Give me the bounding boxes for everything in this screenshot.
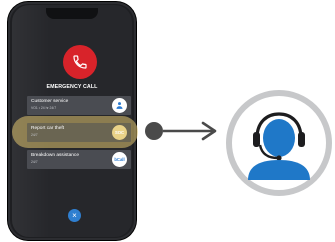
option-badge: SOC <box>112 125 127 140</box>
option-label: Breakdown assistance <box>31 153 79 158</box>
option-subtext: VO1 • 24 hr 24/7 <box>31 106 57 110</box>
option-subtext: 24/7 <box>31 160 38 164</box>
phone: EMERGENCY CALL Customer service VO1 • 24… <box>8 2 138 240</box>
phone-icon <box>73 55 87 69</box>
option-badge: bCall <box>112 152 127 167</box>
phone-notch <box>46 8 98 19</box>
option-breakdown-assistance[interactable]: Breakdown assistance 24/7 bCall <box>27 150 131 169</box>
close-button[interactable]: × <box>68 209 81 222</box>
option-label: Report car theft <box>31 126 65 131</box>
option-label: Customer service <box>31 99 69 104</box>
option-customer-service[interactable]: Customer service VO1 • 24 hr 24/7 <box>27 96 131 115</box>
agent-headset-icon <box>248 112 310 180</box>
support-icon <box>112 98 127 113</box>
close-icon: × <box>72 210 77 220</box>
emergency-call-title: EMERGENCY CALL <box>46 84 98 90</box>
emergency-call-button[interactable] <box>63 45 97 79</box>
arrow-right-icon <box>145 121 217 141</box>
agent-ring <box>226 90 332 196</box>
option-report-car-theft[interactable]: Report car theft 24/7 SOC <box>27 123 131 142</box>
option-subtext: 24/7 <box>31 133 38 137</box>
